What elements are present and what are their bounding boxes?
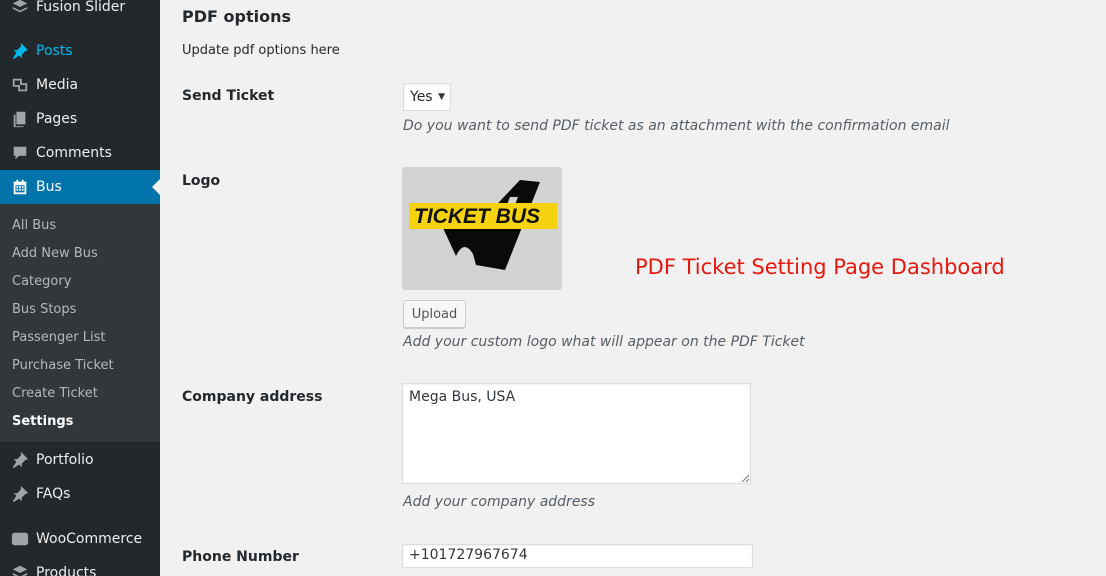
bus-submenu: All Bus Add New Bus Category Bus Stops P… — [0, 204, 160, 442]
company-address-label: Company address — [182, 389, 323, 405]
menu-label: FAQs — [36, 486, 71, 502]
submenu-create-ticket[interactable]: Create Ticket — [12, 386, 98, 401]
settings-content: PDF options Update pdf options here Send… — [160, 0, 1106, 576]
ticket-bus-logo: TICKET BUS — [409, 180, 557, 270]
overlay-caption: PDF Ticket Setting Page Dashboard — [635, 255, 1005, 279]
company-address-textarea[interactable]: Mega Bus, USA — [402, 383, 751, 484]
textarea-value: Mega Bus, USA — [409, 389, 516, 405]
submenu-purchase-ticket[interactable]: Purchase Ticket — [12, 358, 114, 373]
section-description: Update pdf options here — [182, 43, 340, 58]
menu-label: Portfolio — [36, 452, 94, 468]
menu-label: Pages — [36, 111, 78, 127]
menu-label: Fusion Slider — [36, 0, 126, 15]
admin-sidebar: Fusion Slider Posts Media Pages Comments… — [0, 0, 160, 576]
menu-label: Comments — [36, 145, 112, 161]
upload-button[interactable]: Upload — [403, 300, 466, 328]
calendar-icon — [0, 178, 36, 196]
current-indicator — [152, 179, 160, 195]
menu-woocommerce[interactable]: WooCommerce — [0, 522, 160, 556]
menu-label: Posts — [36, 43, 73, 59]
menu-products[interactable]: Products — [0, 556, 160, 576]
chevron-down-icon: ▼ — [438, 92, 445, 102]
phone-number-label: Phone Number — [182, 549, 299, 565]
pin-icon — [0, 485, 36, 503]
menu-comments[interactable]: Comments — [0, 136, 160, 170]
submenu-add-new-bus[interactable]: Add New Bus — [12, 246, 98, 261]
menu-media[interactable]: Media — [0, 68, 160, 102]
menu-pages[interactable]: Pages — [0, 102, 160, 136]
menu-portfolio[interactable]: Portfolio — [0, 443, 160, 477]
send-ticket-label: Send Ticket — [182, 88, 275, 104]
products-icon — [0, 564, 36, 576]
resize-handle-icon[interactable] — [741, 474, 749, 482]
send-ticket-select[interactable]: Yes ▼ — [403, 83, 451, 111]
menu-fusion-slider[interactable]: Fusion Slider — [0, 0, 160, 24]
logo-text: TICKET BUS — [414, 205, 540, 228]
media-icon — [0, 76, 36, 94]
menu-faqs[interactable]: FAQs — [0, 477, 160, 511]
logo-label: Logo — [182, 173, 221, 189]
pages-icon — [0, 110, 36, 128]
phone-number-input[interactable]: +101727967674 — [402, 544, 753, 568]
menu-label: Media — [36, 77, 79, 93]
comment-icon — [0, 144, 36, 162]
submenu-all-bus[interactable]: All Bus — [12, 218, 56, 233]
submenu-settings[interactable]: Settings — [12, 414, 73, 429]
layers-icon — [0, 0, 36, 16]
submenu-category[interactable]: Category — [12, 274, 71, 289]
menu-label: WooCommerce — [36, 531, 143, 547]
menu-label: Bus — [36, 179, 62, 195]
send-ticket-help: Do you want to send PDF ticket as an att… — [403, 118, 950, 134]
section-title: PDF options — [182, 7, 291, 26]
logo-help: Add your custom logo what will appear on… — [403, 334, 805, 350]
submenu-bus-stops[interactable]: Bus Stops — [12, 302, 76, 317]
menu-label: Products — [36, 565, 97, 576]
menu-bus[interactable]: Bus — [0, 170, 160, 204]
pin-icon — [0, 451, 36, 469]
select-value: Yes — [410, 89, 433, 105]
menu-posts[interactable]: Posts — [0, 34, 160, 68]
woo-icon — [0, 530, 36, 548]
pin-icon — [0, 42, 36, 60]
logo-preview: TICKET BUS — [402, 167, 562, 290]
company-address-help: Add your company address — [403, 494, 596, 510]
submenu-passenger-list[interactable]: Passenger List — [12, 330, 105, 345]
